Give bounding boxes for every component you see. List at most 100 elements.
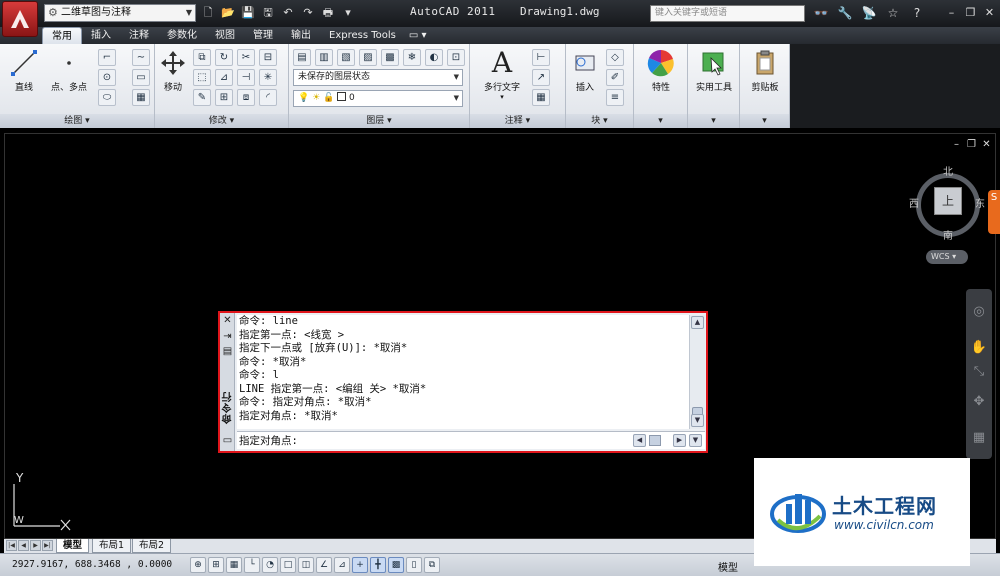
last-layout-icon[interactable]: ▶| xyxy=(42,540,53,551)
scale-icon[interactable]: ⧈ xyxy=(237,89,255,106)
save-icon[interactable]: 💾 xyxy=(240,4,256,21)
qat-dropdown-icon[interactable]: ▾ xyxy=(340,4,356,21)
ducs-icon[interactable]: ⊿ xyxy=(334,557,350,573)
properties-icon[interactable]: ▤ xyxy=(222,346,233,357)
extend-icon[interactable]: ⊣ xyxy=(237,69,255,86)
undo-icon[interactable]: ↶ xyxy=(280,4,296,21)
compass-south[interactable]: 南 xyxy=(943,227,953,242)
viewcube[interactable]: 上 北 南 西 东 xyxy=(909,163,985,242)
3d-osnap-icon[interactable]: ◫ xyxy=(298,557,314,573)
draw-panel-title[interactable]: 绘图 ▾ xyxy=(0,114,154,128)
binoculars-icon[interactable]: 👓 xyxy=(812,4,830,22)
block-attribute-icon[interactable]: ≡ xyxy=(606,89,624,106)
workspace-dropdown[interactable]: ⚙ 二维草图与注释 ▼ xyxy=(44,4,196,22)
history-dropdown-icon[interactable]: ▼ xyxy=(689,434,702,447)
steering-wheel-icon[interactable]: ◎ xyxy=(970,303,988,321)
layer-freeze-icon[interactable]: ❄ xyxy=(403,49,421,66)
scroll-up-icon[interactable]: ▲ xyxy=(691,316,704,329)
open-file-icon[interactable]: 📂 xyxy=(220,4,236,21)
copy-icon[interactable]: ⧉ xyxy=(193,49,211,66)
scroll-down-icon[interactable]: ▼ xyxy=(691,414,704,427)
hatch-icon[interactable]: ▦ xyxy=(132,89,150,106)
utilities-button[interactable]: 实用工具 xyxy=(690,48,738,93)
layer-state-dropdown[interactable]: 未保存的图层状态 ▼ xyxy=(293,69,463,86)
layer-properties-icon[interactable]: ▤ xyxy=(293,49,311,66)
tools-icon[interactable]: 🔧 xyxy=(836,4,854,22)
model-space-label[interactable]: 模型 xyxy=(718,559,738,574)
line-button[interactable]: 直线 xyxy=(6,48,42,93)
scroll-right-icon[interactable]: ▶ xyxy=(673,434,686,447)
point-button[interactable]: 点、多点 xyxy=(46,48,92,93)
tab-layout1[interactable]: 布局1 xyxy=(92,539,132,553)
current-layer-dropdown[interactable]: 💡 ☀ 🔓 0 ▼ xyxy=(293,90,463,107)
edit-block-icon[interactable]: ✐ xyxy=(606,69,624,86)
save-as-icon[interactable]: 🖫 xyxy=(260,4,276,21)
search-input[interactable]: 键入关键字或短语 xyxy=(650,5,805,22)
quick-properties-icon[interactable]: ▯ xyxy=(406,557,422,573)
scroll-left-icon[interactable]: ◀ xyxy=(633,434,646,447)
stretch-icon[interactable]: ⬚ xyxy=(193,69,211,86)
minimize-icon[interactable]: – xyxy=(943,4,960,21)
infer-constraints-icon[interactable]: ⊕ xyxy=(190,557,206,573)
dyn-input-icon[interactable]: + xyxy=(352,557,368,573)
layers-panel-title[interactable]: 图层 ▾ xyxy=(289,114,469,128)
close-icon[interactable]: ✕ xyxy=(222,315,233,326)
tab-output[interactable]: 输出 xyxy=(282,27,320,44)
viewcube-top-face[interactable]: 上 xyxy=(934,187,962,215)
fillet-icon[interactable]: ◜ xyxy=(259,89,277,106)
new-file-icon[interactable]: 🗋 xyxy=(200,4,216,21)
command-history-icon[interactable]: ▭ xyxy=(222,435,233,446)
satellite-icon[interactable]: 📡 xyxy=(860,4,878,22)
array-icon[interactable]: ⊞ xyxy=(215,89,233,106)
clipboard-button[interactable]: 剪贴板 xyxy=(742,48,788,93)
ribbon-minimize-icon[interactable]: ▭ ▾ xyxy=(405,27,431,44)
compass-north[interactable]: 北 xyxy=(943,163,953,178)
next-layout-icon[interactable]: ▶ xyxy=(30,540,41,551)
redo-icon[interactable]: ↷ xyxy=(300,4,316,21)
command-history-scrollbar[interactable]: ▲ ▼ xyxy=(689,315,705,429)
annotation-panel-title[interactable]: 注释 ▾ xyxy=(470,114,565,128)
application-menu-button[interactable] xyxy=(2,1,38,37)
insert-block-button[interactable]: 插入 xyxy=(568,48,602,93)
command-window[interactable]: ✕ ⇥ ▤ 命令行 ▭ 命令: line 指定第一点: <线宽 > 指定下一点或 [… xyxy=(218,311,708,453)
multiline-text-button[interactable]: A 多行文字 ▾ xyxy=(476,46,528,101)
leader-icon[interactable]: ↗ xyxy=(532,69,550,86)
selection-cycling-icon[interactable]: ⧉ xyxy=(424,557,440,573)
tab-home[interactable]: 常用 xyxy=(42,27,82,44)
trim-icon[interactable]: ✂ xyxy=(237,49,255,66)
tab-insert[interactable]: 插入 xyxy=(82,27,120,44)
tab-annotate[interactable]: 注释 xyxy=(120,27,158,44)
layer-off-icon[interactable]: ◐ xyxy=(425,49,443,66)
pan-hand-icon[interactable]: ✋ xyxy=(970,339,988,357)
minimize-icon[interactable]: – xyxy=(951,139,962,150)
polar-icon[interactable]: ◔ xyxy=(262,557,278,573)
compass-east[interactable]: 东 xyxy=(975,195,985,210)
rectangle-icon[interactable]: ▭ xyxy=(132,69,150,86)
scroll-thumb[interactable] xyxy=(649,435,661,446)
table-icon[interactable]: ▦ xyxy=(532,89,550,106)
command-input-scrollbar[interactable]: ◀ ▶ ▼ xyxy=(633,433,703,448)
linear-dim-icon[interactable]: ⊢ xyxy=(532,49,550,66)
otrack-icon[interactable]: ∠ xyxy=(316,557,332,573)
explode-icon[interactable]: ✳ xyxy=(259,69,277,86)
layer-previous-icon[interactable]: ▨ xyxy=(359,49,377,66)
modify-panel-title[interactable]: 修改 ▾ xyxy=(155,114,288,128)
tab-express-tools[interactable]: Express Tools xyxy=(320,27,405,44)
showmotion-icon[interactable]: ▦ xyxy=(970,429,988,447)
tab-model[interactable]: 模型 xyxy=(56,539,90,553)
help-icon[interactable]: ? xyxy=(908,4,926,22)
command-input[interactable] xyxy=(237,433,632,448)
properties-expand[interactable]: ▾ xyxy=(634,114,687,128)
tab-manage[interactable]: 管理 xyxy=(244,27,282,44)
block-panel-title[interactable]: 块 ▾ xyxy=(566,114,633,128)
star-icon[interactable]: ☆ xyxy=(884,4,902,22)
first-layout-icon[interactable]: |◀ xyxy=(6,540,17,551)
transparency-icon[interactable]: ▩ xyxy=(388,557,404,573)
orbit-icon[interactable]: ✥ xyxy=(970,393,988,411)
auto-hide-icon[interactable]: ⇥ xyxy=(222,331,233,342)
restore-icon[interactable]: ❐ xyxy=(966,139,977,150)
compass-west[interactable]: 西 xyxy=(909,195,919,210)
tab-layout2[interactable]: 布局2 xyxy=(132,539,172,553)
restore-icon[interactable]: ❐ xyxy=(962,4,979,21)
layer-lock-icon[interactable]: ⊡ xyxy=(447,49,465,66)
